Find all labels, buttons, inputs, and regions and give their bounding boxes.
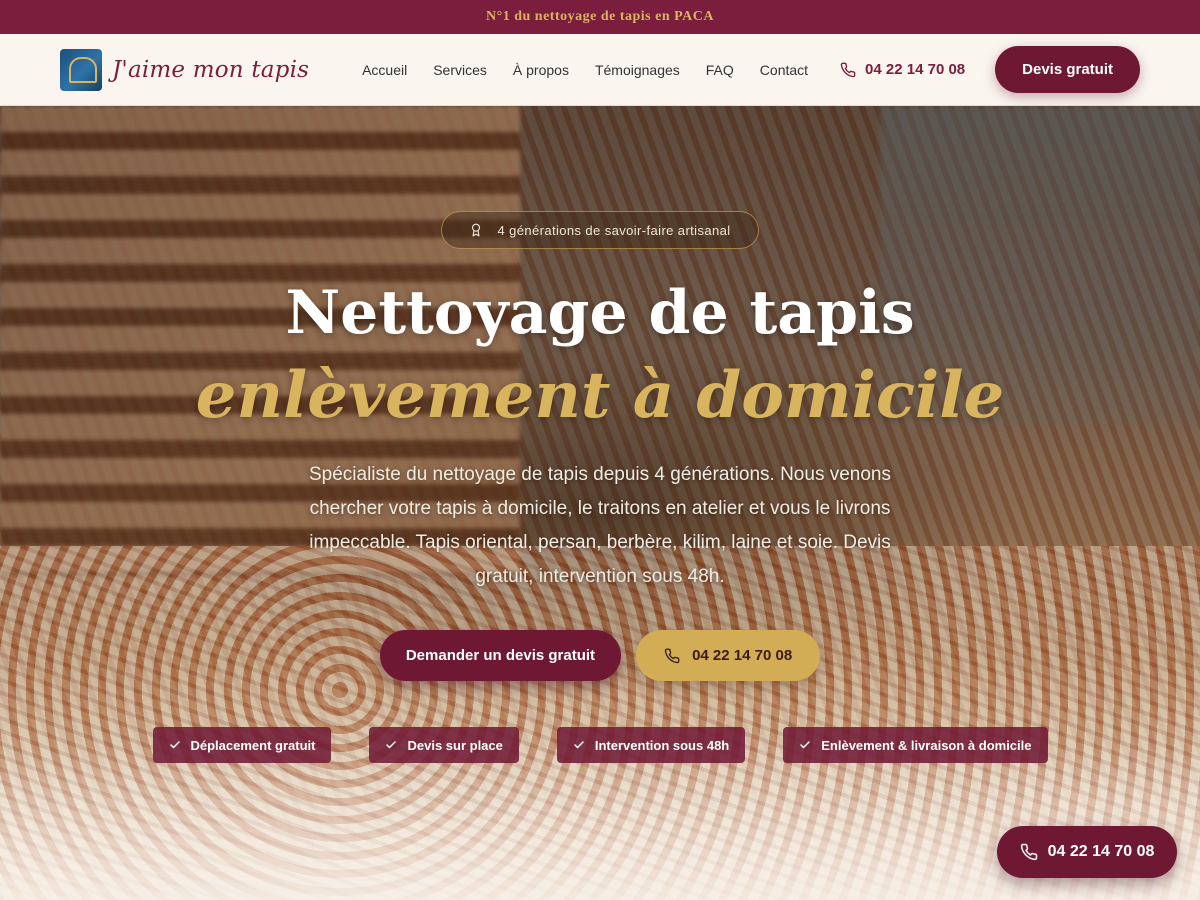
nav-temoignages[interactable]: Témoignages (595, 62, 680, 78)
feature-devis: Devis sur place (369, 727, 519, 763)
hero-description: Spécialiste du nettoyage de tapis depuis… (308, 464, 891, 587)
feature-label: Devis sur place (407, 737, 503, 753)
nav-a-propos[interactable]: À propos (513, 62, 569, 78)
nav-accueil[interactable]: Accueil (362, 62, 407, 78)
heritage-badge: 4 générations de savoir-faire artisanal (441, 211, 759, 249)
hero-subtitle: enlèvement à domicile (195, 358, 1005, 433)
features-row: Déplacement gratuit Devis sur place Inte… (0, 727, 1200, 763)
feature-label: Déplacement gratuit (190, 737, 316, 753)
nav-services[interactable]: Services (433, 62, 487, 78)
nav-faq[interactable]: FAQ (706, 62, 734, 78)
hero-phone-button[interactable]: 04 22 14 70 08 (636, 630, 821, 681)
floating-phone-button[interactable]: 04 22 14 70 08 (997, 826, 1177, 878)
floating-phone-number: 04 22 14 70 08 (1047, 843, 1155, 860)
nav-contact[interactable]: Contact (760, 62, 808, 78)
request-quote-button[interactable]: Demander un devis gratuit (379, 630, 622, 681)
top-banner-text: N°1 du nettoyage de tapis en PACA (486, 9, 714, 24)
hero-section: 4 générations de savoir-faire artisanal … (0, 106, 1200, 900)
feature-label: Enlèvement & livraison à domicile (821, 737, 1032, 753)
phone-icon (840, 62, 856, 77)
phone-icon (664, 648, 680, 663)
feature-deplacement: Déplacement gratuit (152, 727, 332, 763)
devis-gratuit-button[interactable]: Devis gratuit (995, 46, 1140, 93)
check-icon (574, 741, 584, 749)
main-nav: Accueil Services À propos Témoignages FA… (362, 46, 1140, 93)
feature-label: Intervention sous 48h (594, 737, 730, 753)
check-icon (169, 741, 180, 749)
check-icon (386, 741, 397, 749)
feature-enlevement: Enlèvement & livraison à domicile (783, 727, 1048, 763)
check-icon (800, 741, 810, 749)
logo-image[interactable] (60, 48, 102, 91)
phone-icon (1020, 843, 1037, 861)
hero-cta-row: Demander un devis gratuit 04 22 14 70 08 (0, 630, 1200, 681)
header-phone-link[interactable]: 04 22 14 70 08 (840, 61, 965, 78)
site-header: J'aime mon tapis Accueil Services À prop… (0, 34, 1200, 106)
heritage-badge-text: 4 générations de savoir-faire artisanal (497, 222, 731, 238)
feature-intervention: Intervention sous 48h (556, 727, 746, 763)
header-phone-number: 04 22 14 70 08 (865, 61, 966, 78)
hero-phone-number: 04 22 14 70 08 (692, 647, 793, 664)
award-icon (472, 223, 481, 237)
top-banner: N°1 du nettoyage de tapis en PACA (0, 0, 1200, 34)
logo-text[interactable]: J'aime mon tapis (112, 57, 309, 83)
hero-title: Nettoyage de tapis (285, 278, 915, 348)
